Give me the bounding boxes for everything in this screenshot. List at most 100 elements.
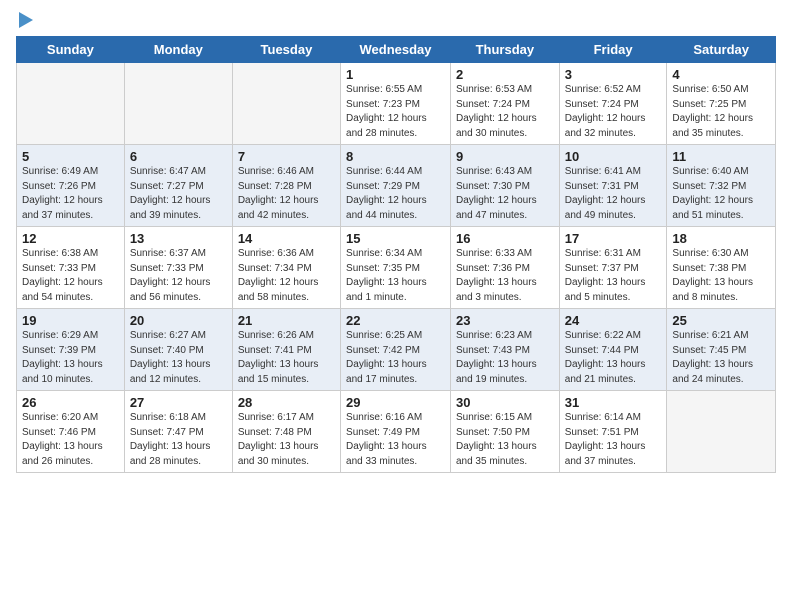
calendar-cell: 18Sunrise: 6:30 AMSunset: 7:38 PMDayligh… xyxy=(667,227,776,309)
day-info: Sunrise: 6:34 AMSunset: 7:35 PMDaylight:… xyxy=(346,247,445,305)
day-number: 24 xyxy=(565,313,662,328)
day-number: 3 xyxy=(565,67,662,82)
calendar-cell: 13Sunrise: 6:37 AMSunset: 7:33 PMDayligh… xyxy=(124,227,232,309)
logo xyxy=(16,12,33,30)
day-number: 19 xyxy=(22,313,119,328)
calendar-cell: 20Sunrise: 6:27 AMSunset: 7:40 PMDayligh… xyxy=(124,309,232,391)
weekday-header: Friday xyxy=(559,37,667,63)
calendar-cell xyxy=(124,63,232,145)
day-number: 17 xyxy=(565,231,662,246)
calendar-cell: 7Sunrise: 6:46 AMSunset: 7:28 PMDaylight… xyxy=(232,145,340,227)
calendar-cell: 28Sunrise: 6:17 AMSunset: 7:48 PMDayligh… xyxy=(232,391,340,473)
day-info: Sunrise: 6:14 AMSunset: 7:51 PMDaylight:… xyxy=(565,411,662,469)
day-info: Sunrise: 6:31 AMSunset: 7:37 PMDaylight:… xyxy=(565,247,662,305)
calendar-cell: 31Sunrise: 6:14 AMSunset: 7:51 PMDayligh… xyxy=(559,391,667,473)
day-info: Sunrise: 6:49 AMSunset: 7:26 PMDaylight:… xyxy=(22,165,119,223)
day-number: 11 xyxy=(672,149,770,164)
calendar-week-row: 26Sunrise: 6:20 AMSunset: 7:46 PMDayligh… xyxy=(17,391,776,473)
day-info: Sunrise: 6:40 AMSunset: 7:32 PMDaylight:… xyxy=(672,165,770,223)
calendar-cell: 29Sunrise: 6:16 AMSunset: 7:49 PMDayligh… xyxy=(341,391,451,473)
calendar-cell: 22Sunrise: 6:25 AMSunset: 7:42 PMDayligh… xyxy=(341,309,451,391)
calendar-cell: 6Sunrise: 6:47 AMSunset: 7:27 PMDaylight… xyxy=(124,145,232,227)
day-info: Sunrise: 6:27 AMSunset: 7:40 PMDaylight:… xyxy=(130,329,227,387)
day-info: Sunrise: 6:50 AMSunset: 7:25 PMDaylight:… xyxy=(672,83,770,141)
calendar-cell: 12Sunrise: 6:38 AMSunset: 7:33 PMDayligh… xyxy=(17,227,125,309)
day-number: 6 xyxy=(130,149,227,164)
day-number: 14 xyxy=(238,231,335,246)
day-number: 31 xyxy=(565,395,662,410)
header xyxy=(16,12,776,30)
day-number: 1 xyxy=(346,67,445,82)
day-number: 8 xyxy=(346,149,445,164)
calendar-cell: 24Sunrise: 6:22 AMSunset: 7:44 PMDayligh… xyxy=(559,309,667,391)
day-info: Sunrise: 6:46 AMSunset: 7:28 PMDaylight:… xyxy=(238,165,335,223)
calendar-cell xyxy=(232,63,340,145)
calendar-cell: 4Sunrise: 6:50 AMSunset: 7:25 PMDaylight… xyxy=(667,63,776,145)
calendar-cell xyxy=(17,63,125,145)
day-info: Sunrise: 6:52 AMSunset: 7:24 PMDaylight:… xyxy=(565,83,662,141)
day-number: 13 xyxy=(130,231,227,246)
day-info: Sunrise: 6:53 AMSunset: 7:24 PMDaylight:… xyxy=(456,83,554,141)
day-info: Sunrise: 6:26 AMSunset: 7:41 PMDaylight:… xyxy=(238,329,335,387)
logo-arrow-icon xyxy=(19,12,33,28)
day-number: 30 xyxy=(456,395,554,410)
calendar-cell: 5Sunrise: 6:49 AMSunset: 7:26 PMDaylight… xyxy=(17,145,125,227)
day-info: Sunrise: 6:16 AMSunset: 7:49 PMDaylight:… xyxy=(346,411,445,469)
day-info: Sunrise: 6:47 AMSunset: 7:27 PMDaylight:… xyxy=(130,165,227,223)
day-info: Sunrise: 6:29 AMSunset: 7:39 PMDaylight:… xyxy=(22,329,119,387)
calendar-cell: 21Sunrise: 6:26 AMSunset: 7:41 PMDayligh… xyxy=(232,309,340,391)
calendar-cell: 26Sunrise: 6:20 AMSunset: 7:46 PMDayligh… xyxy=(17,391,125,473)
day-info: Sunrise: 6:18 AMSunset: 7:47 PMDaylight:… xyxy=(130,411,227,469)
day-info: Sunrise: 6:37 AMSunset: 7:33 PMDaylight:… xyxy=(130,247,227,305)
calendar-cell: 2Sunrise: 6:53 AMSunset: 7:24 PMDaylight… xyxy=(450,63,559,145)
weekday-header: Saturday xyxy=(667,37,776,63)
calendar: SundayMondayTuesdayWednesdayThursdayFrid… xyxy=(16,36,776,473)
day-number: 21 xyxy=(238,313,335,328)
calendar-cell: 3Sunrise: 6:52 AMSunset: 7:24 PMDaylight… xyxy=(559,63,667,145)
logo-text xyxy=(16,12,33,30)
day-info: Sunrise: 6:21 AMSunset: 7:45 PMDaylight:… xyxy=(672,329,770,387)
day-number: 20 xyxy=(130,313,227,328)
calendar-cell: 16Sunrise: 6:33 AMSunset: 7:36 PMDayligh… xyxy=(450,227,559,309)
day-info: Sunrise: 6:23 AMSunset: 7:43 PMDaylight:… xyxy=(456,329,554,387)
day-info: Sunrise: 6:17 AMSunset: 7:48 PMDaylight:… xyxy=(238,411,335,469)
day-number: 26 xyxy=(22,395,119,410)
day-info: Sunrise: 6:25 AMSunset: 7:42 PMDaylight:… xyxy=(346,329,445,387)
day-info: Sunrise: 6:38 AMSunset: 7:33 PMDaylight:… xyxy=(22,247,119,305)
day-info: Sunrise: 6:55 AMSunset: 7:23 PMDaylight:… xyxy=(346,83,445,141)
day-number: 28 xyxy=(238,395,335,410)
weekday-header: Tuesday xyxy=(232,37,340,63)
calendar-cell: 1Sunrise: 6:55 AMSunset: 7:23 PMDaylight… xyxy=(341,63,451,145)
page: SundayMondayTuesdayWednesdayThursdayFrid… xyxy=(0,0,792,612)
day-number: 2 xyxy=(456,67,554,82)
day-number: 23 xyxy=(456,313,554,328)
calendar-cell: 30Sunrise: 6:15 AMSunset: 7:50 PMDayligh… xyxy=(450,391,559,473)
day-number: 12 xyxy=(22,231,119,246)
calendar-cell: 14Sunrise: 6:36 AMSunset: 7:34 PMDayligh… xyxy=(232,227,340,309)
calendar-cell: 25Sunrise: 6:21 AMSunset: 7:45 PMDayligh… xyxy=(667,309,776,391)
weekday-header: Monday xyxy=(124,37,232,63)
weekday-header: Wednesday xyxy=(341,37,451,63)
day-number: 5 xyxy=(22,149,119,164)
day-number: 29 xyxy=(346,395,445,410)
calendar-cell: 8Sunrise: 6:44 AMSunset: 7:29 PMDaylight… xyxy=(341,145,451,227)
day-number: 27 xyxy=(130,395,227,410)
day-number: 7 xyxy=(238,149,335,164)
day-info: Sunrise: 6:36 AMSunset: 7:34 PMDaylight:… xyxy=(238,247,335,305)
calendar-cell: 27Sunrise: 6:18 AMSunset: 7:47 PMDayligh… xyxy=(124,391,232,473)
day-info: Sunrise: 6:20 AMSunset: 7:46 PMDaylight:… xyxy=(22,411,119,469)
day-number: 4 xyxy=(672,67,770,82)
weekday-header: Sunday xyxy=(17,37,125,63)
day-number: 9 xyxy=(456,149,554,164)
calendar-week-row: 1Sunrise: 6:55 AMSunset: 7:23 PMDaylight… xyxy=(17,63,776,145)
day-number: 18 xyxy=(672,231,770,246)
day-info: Sunrise: 6:15 AMSunset: 7:50 PMDaylight:… xyxy=(456,411,554,469)
weekday-header: Thursday xyxy=(450,37,559,63)
day-info: Sunrise: 6:44 AMSunset: 7:29 PMDaylight:… xyxy=(346,165,445,223)
calendar-cell: 17Sunrise: 6:31 AMSunset: 7:37 PMDayligh… xyxy=(559,227,667,309)
day-info: Sunrise: 6:30 AMSunset: 7:38 PMDaylight:… xyxy=(672,247,770,305)
day-info: Sunrise: 6:43 AMSunset: 7:30 PMDaylight:… xyxy=(456,165,554,223)
calendar-week-row: 12Sunrise: 6:38 AMSunset: 7:33 PMDayligh… xyxy=(17,227,776,309)
day-number: 16 xyxy=(456,231,554,246)
calendar-cell: 23Sunrise: 6:23 AMSunset: 7:43 PMDayligh… xyxy=(450,309,559,391)
